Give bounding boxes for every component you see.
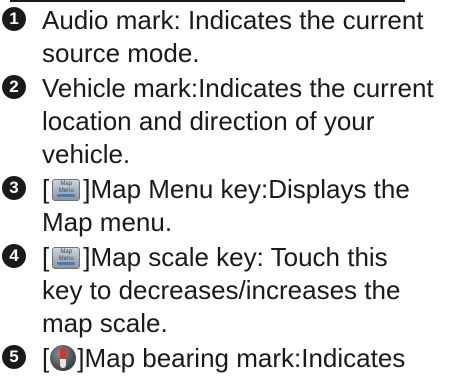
item-text-line: vehicle. (42, 139, 131, 169)
item-number-badge: 4 (2, 244, 26, 268)
open-bracket: [ (42, 174, 50, 204)
item-text-line: location and direction of your (42, 106, 375, 136)
key-icon-bar (57, 262, 76, 265)
item-number-badge: 5 (2, 345, 26, 369)
item-text: ]Map Menu key:Displays the (83, 174, 410, 204)
compass-needle-south (60, 359, 67, 368)
top-rule (10, 0, 405, 2)
key-icon-text: Map (60, 249, 73, 255)
item-text-line: Vehicle mark:Indicates the current (42, 73, 434, 103)
list-item: 2 Vehicle mark:Indicates the current loc… (0, 72, 450, 171)
list-item: 5 [ ]Map bearing mark:Indicates (0, 342, 450, 375)
map-menu-key-icon: Map Menu (52, 179, 81, 201)
list-item: 3 [Map Menu]Map Menu key:Displays the Map… (0, 173, 450, 239)
list-item: 4 [Map Menu]Map scale key: Touch this key… (0, 241, 450, 340)
manual-item-list: 1 Audio mark: Indicates the current sour… (0, 4, 450, 377)
item-text-line: Map menu. (42, 207, 173, 237)
item-text-line: key to decreases/increases the (42, 275, 401, 305)
item-number-badge: 2 (2, 75, 26, 99)
open-bracket: [ (42, 242, 50, 272)
key-icon-bar (57, 194, 76, 197)
map-bearing-icon (50, 345, 77, 371)
item-text-line: source mode. (42, 38, 200, 68)
item-text-line: [Map Menu]Map Menu key:Displays the (42, 173, 450, 206)
list-item: 1 Audio mark: Indicates the current sour… (0, 4, 450, 70)
map-scale-key-icon: Map Menu (52, 247, 81, 269)
item-text: ]Map scale key: Touch this (83, 242, 388, 272)
open-bracket: [ (42, 343, 50, 373)
item-text: ]Map bearing mark:Indicates (77, 343, 406, 373)
item-text-line: [ ]Map bearing mark:Indicates (42, 342, 450, 375)
item-text-line: [Map Menu]Map scale key: Touch this (42, 241, 450, 274)
item-number-badge: 3 (2, 176, 26, 200)
item-text-line: Audio mark: Indicates the current (42, 5, 424, 35)
key-icon-text: Map (60, 181, 73, 187)
item-text-line: map scale. (42, 308, 168, 338)
item-number-badge: 1 (2, 7, 26, 31)
